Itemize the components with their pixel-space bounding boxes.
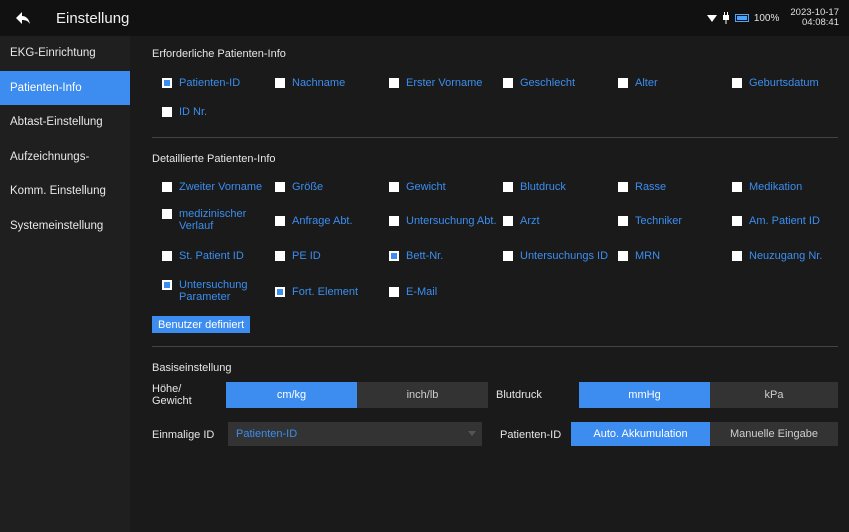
checkbox-box[interactable]: [389, 287, 399, 297]
basic-section-title: Basiseinstellung: [152, 362, 232, 374]
checkbox-box[interactable]: [162, 209, 172, 219]
checkbox-box[interactable]: [275, 251, 285, 261]
checkbox-box[interactable]: [389, 182, 399, 192]
unit-kpa-button[interactable]: kPa: [710, 382, 838, 408]
checkbox-blood-pressure[interactable]: Blutdruck: [503, 181, 566, 193]
checkbox-box[interactable]: [275, 182, 285, 192]
checkbox-box[interactable]: [503, 182, 513, 192]
main-panel: Erforderliche Patienten-Info Patienten-I…: [142, 36, 842, 532]
height-weight-label: Höhe/ Gewicht: [152, 383, 192, 407]
dropdown-caret-icon: [468, 431, 476, 436]
wifi-icon: [706, 15, 717, 22]
checkbox-gender[interactable]: Geschlecht: [503, 77, 575, 89]
checkbox-weight[interactable]: Gewicht: [389, 181, 446, 193]
checkbox-box[interactable]: [503, 78, 513, 88]
checkbox-middle-name[interactable]: Zweiter Vorname: [162, 181, 262, 193]
checkbox-patient-id[interactable]: Patienten-ID: [162, 77, 240, 89]
checkbox-box[interactable]: [732, 78, 742, 88]
checkbox-birthdate[interactable]: Geburtsdatum: [732, 77, 819, 89]
checkbox-box[interactable]: [275, 78, 285, 88]
checkbox-box[interactable]: [732, 251, 742, 261]
sidebar-item-communication[interactable]: Komm. Einstellung: [0, 174, 130, 208]
checkbox-exam-id[interactable]: Untersuchungs ID: [503, 250, 608, 262]
battery-percent: 100%: [753, 12, 780, 24]
time-text: 04:08:41: [802, 17, 839, 28]
detailed-section-title: Detaillierte Patienten-Info: [152, 153, 276, 165]
checkbox-first-name[interactable]: Erster Vorname: [389, 77, 482, 89]
unit-cm-kg-button[interactable]: cm/kg: [226, 382, 357, 408]
checkbox-medication[interactable]: Medikation: [732, 181, 802, 193]
checkbox-box[interactable]: [389, 251, 399, 261]
checkbox-box[interactable]: [732, 216, 742, 226]
plug-icon: [722, 12, 729, 24]
checkbox-box[interactable]: [162, 78, 172, 88]
checkbox-exam-parameter[interactable]: Untersuchung Parameter: [162, 279, 257, 303]
checkbox-inpatient-id[interactable]: St. Patient ID: [162, 250, 244, 262]
sidebar: EKG-Einrichtung Patienten-Info Abtast-Ei…: [0, 36, 130, 532]
single-id-value: Patienten-ID: [236, 428, 298, 440]
sidebar-item-recording[interactable]: Aufzeichnungs-: [0, 140, 130, 174]
checkbox-email[interactable]: E-Mail: [389, 286, 437, 298]
battery-icon: [734, 14, 749, 22]
custom-defined-button[interactable]: Benutzer definiert: [152, 316, 251, 333]
checkbox-last-name[interactable]: Nachname: [275, 77, 345, 89]
checkbox-box[interactable]: [618, 182, 628, 192]
top-bar: Einstellung 100% 2023-10-17 04:08:41: [0, 0, 849, 36]
sidebar-item-ekg[interactable]: EKG-Einrichtung: [0, 36, 130, 70]
checkbox-box[interactable]: [503, 251, 513, 261]
checkbox-box[interactable]: [389, 78, 399, 88]
status-area: 100% 2023-10-17 04:08:41: [706, 0, 839, 36]
checkbox-continue-element[interactable]: Fort. Element: [275, 286, 358, 298]
required-section-title: Erforderliche Patienten-Info: [152, 48, 286, 60]
checkbox-medical-history[interactable]: medizinischer Verlauf: [162, 208, 270, 232]
unit-mmhg-button[interactable]: mmHg: [579, 382, 710, 408]
checkbox-id-nr[interactable]: ID Nr.: [162, 106, 207, 118]
checkbox-box[interactable]: [162, 107, 172, 117]
checkbox-box[interactable]: [275, 287, 285, 297]
checkbox-request-dept[interactable]: Anfrage Abt.: [275, 215, 353, 227]
checkbox-bed-nr[interactable]: Bett-Nr.: [389, 250, 443, 262]
checkbox-box[interactable]: [618, 216, 628, 226]
checkbox-box[interactable]: [618, 251, 628, 261]
checkbox-technician[interactable]: Techniker: [618, 215, 682, 227]
checkbox-box[interactable]: [389, 216, 399, 226]
checkbox-admission-nr[interactable]: Neuzugang Nr.: [732, 250, 822, 262]
back-button[interactable]: [6, 0, 40, 36]
checkbox-outpatient-id[interactable]: Am. Patient ID: [732, 215, 820, 227]
single-id-label: Einmalige ID: [152, 429, 215, 441]
checkbox-mrn[interactable]: MRN: [618, 250, 660, 262]
checkbox-box[interactable]: [162, 280, 172, 290]
checkbox-box[interactable]: [503, 216, 513, 226]
checkbox-pe-id[interactable]: PE ID: [275, 250, 321, 262]
checkbox-box[interactable]: [162, 182, 172, 192]
checkbox-box[interactable]: [162, 251, 172, 261]
checkbox-height[interactable]: Größe: [275, 181, 323, 193]
back-arrow-icon: [16, 12, 30, 24]
sidebar-item-sampling[interactable]: Abtast-Einstellung: [0, 105, 130, 139]
checkbox-age[interactable]: Alter: [618, 77, 658, 89]
unit-inch-lb-button[interactable]: inch/lb: [357, 382, 488, 408]
checkbox-race[interactable]: Rasse: [618, 181, 666, 193]
patient-id-label: Patienten-ID: [500, 429, 562, 441]
blood-pressure-label: Blutdruck: [496, 389, 542, 401]
checkbox-box[interactable]: [275, 216, 285, 226]
divider: [152, 137, 838, 138]
sidebar-item-patient-info[interactable]: Patienten-Info: [0, 70, 130, 105]
sidebar-item-system[interactable]: Systemeinstellung: [0, 209, 130, 243]
auto-accumulation-button[interactable]: Auto. Akkumulation: [571, 422, 710, 446]
manual-input-button[interactable]: Manuelle Eingabe: [710, 422, 838, 446]
divider: [152, 346, 838, 347]
page-title: Einstellung: [56, 9, 130, 27]
single-id-select[interactable]: Patienten-ID: [228, 422, 482, 446]
checkbox-exam-dept[interactable]: Untersuchung Abt.: [389, 215, 497, 227]
checkbox-box[interactable]: [732, 182, 742, 192]
checkbox-doctor[interactable]: Arzt: [503, 215, 540, 227]
datetime: 2023-10-17 04:08:41: [790, 8, 839, 28]
checkbox-box[interactable]: [618, 78, 628, 88]
